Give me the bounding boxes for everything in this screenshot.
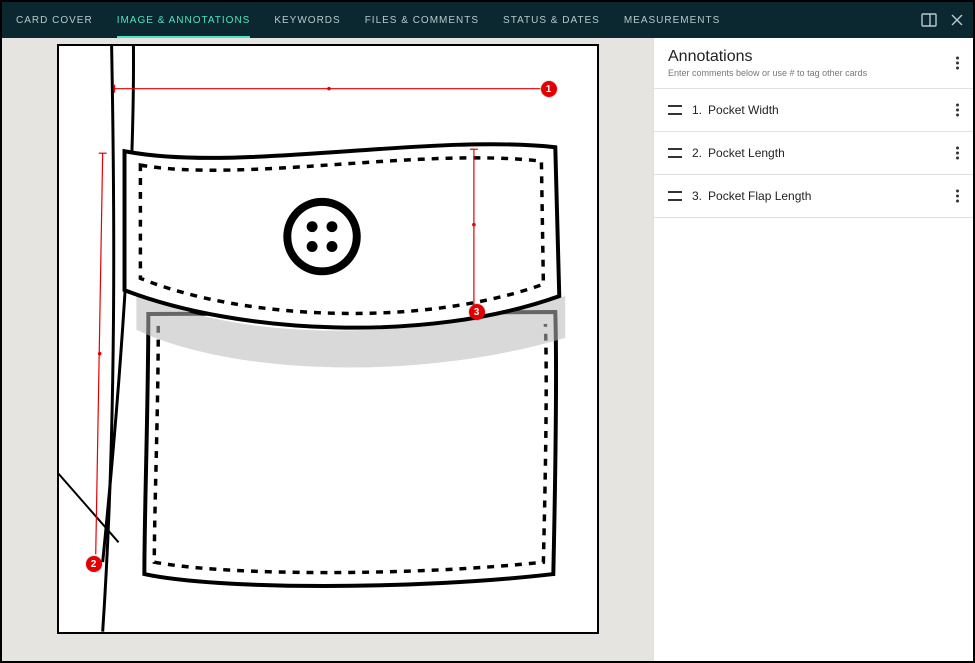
annotation-number: 2. — [692, 146, 702, 160]
drag-handle-icon[interactable] — [668, 191, 682, 201]
annotation-row[interactable]: 3. Pocket Flap Length — [654, 175, 973, 218]
annotation-label: Pocket Flap Length — [708, 189, 811, 203]
topbar: CARD COVER IMAGE & ANNOTATIONS KEYWORDS … — [2, 2, 973, 38]
image-canvas[interactable]: 1 2 3 — [57, 44, 599, 634]
annotations-menu-icon[interactable] — [952, 51, 963, 76]
annotations-panel: Annotations Enter comments below or use … — [653, 38, 973, 661]
annotation-marker-3[interactable]: 3 — [469, 304, 485, 320]
drag-handle-icon[interactable] — [668, 148, 682, 158]
tab-files-comments[interactable]: FILES & COMMENTS — [365, 3, 479, 38]
pocket-illustration — [59, 46, 597, 632]
tab-image-annotations[interactable]: IMAGE & ANNOTATIONS — [117, 3, 251, 38]
annotation-marker-2[interactable]: 2 — [86, 556, 102, 572]
row-menu-icon[interactable] — [952, 141, 963, 166]
annotation-marker-1[interactable]: 1 — [541, 81, 557, 97]
panel-toggle-icon[interactable] — [921, 13, 937, 27]
tab-keywords[interactable]: KEYWORDS — [274, 3, 340, 38]
annotations-header: Annotations Enter comments below or use … — [654, 38, 973, 89]
row-menu-icon[interactable] — [952, 98, 963, 123]
annotation-row[interactable]: 1. Pocket Width — [654, 89, 973, 132]
annotations-subtitle: Enter comments below or use # to tag oth… — [668, 68, 959, 78]
tab-card-cover[interactable]: CARD COVER — [16, 3, 93, 38]
drag-handle-icon[interactable] — [668, 105, 682, 115]
annotation-number: 3. — [692, 189, 702, 203]
annotation-label: Pocket Length — [708, 146, 785, 160]
annotation-label: Pocket Width — [708, 103, 779, 117]
canvas-wrap: 1 2 3 — [2, 38, 653, 661]
content-area: 1 2 3 Annotations Enter comments below o… — [2, 38, 973, 661]
annotation-number: 1. — [692, 103, 702, 117]
row-menu-icon[interactable] — [952, 184, 963, 209]
tab-measurements[interactable]: MEASUREMENTS — [624, 3, 720, 38]
topbar-actions — [921, 2, 963, 38]
annotations-title: Annotations — [668, 48, 959, 66]
close-icon[interactable] — [951, 14, 963, 26]
annotation-row[interactable]: 2. Pocket Length — [654, 132, 973, 175]
tab-status-dates[interactable]: STATUS & DATES — [503, 3, 600, 38]
